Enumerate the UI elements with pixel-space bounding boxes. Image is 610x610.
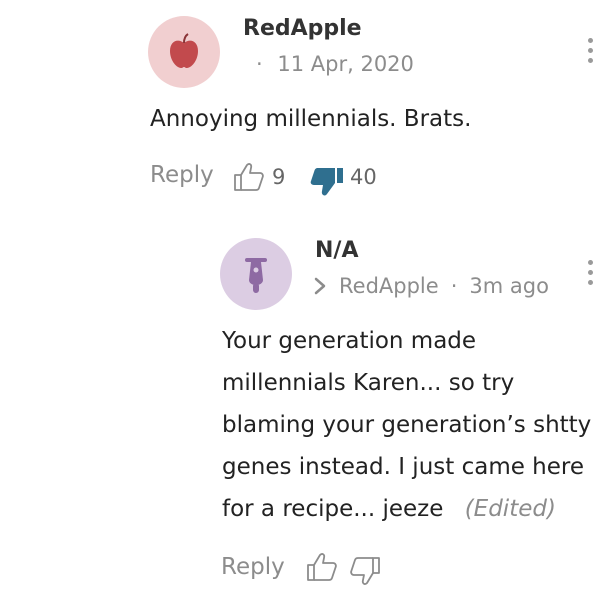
dislike-button[interactable] <box>310 166 344 202</box>
edited-label: (Edited) <box>464 496 556 522</box>
reply-button[interactable]: Reply <box>150 162 214 188</box>
reply-to-user[interactable]: RedApple <box>339 274 439 298</box>
thumbs-up-icon <box>234 163 264 191</box>
chevron-right-icon <box>314 277 326 295</box>
thumbs-down-icon <box>310 168 343 196</box>
avatar[interactable] <box>148 16 220 88</box>
dislike-count: 40 <box>350 165 377 189</box>
thumbs-down-icon <box>350 557 380 585</box>
comment-meta: · 11 Apr, 2020 <box>256 52 414 76</box>
like-count: 9 <box>272 165 286 189</box>
scooter-icon <box>245 258 267 293</box>
like-button[interactable] <box>306 552 338 586</box>
comment-date: 11 Apr, 2020 <box>277 52 414 76</box>
reply-text-line: blaming your generation’s shtty <box>222 412 592 438</box>
comment-username[interactable]: RedApple <box>243 16 362 41</box>
reply-text-line: Your generation made <box>222 328 477 354</box>
apple-icon <box>170 33 198 68</box>
reply-text-line: millennials Karen... so try <box>222 370 515 396</box>
reply-text-line: genes instead. I just came here <box>222 454 585 480</box>
avatar[interactable] <box>220 238 292 310</box>
reply-button[interactable]: Reply <box>221 554 285 580</box>
separator-dot: · <box>256 52 263 76</box>
like-button[interactable] <box>233 162 265 196</box>
dislike-button[interactable] <box>349 556 381 590</box>
thumbs-up-icon <box>307 553 337 581</box>
separator-dot: · <box>450 274 458 298</box>
reply-text-line: for a recipe... jeeze (Edited) <box>222 496 556 522</box>
reply-meta: RedApple · 3m ago <box>313 274 549 298</box>
more-options-icon[interactable] <box>588 260 594 285</box>
reply-username[interactable]: N/A <box>315 238 358 263</box>
reply-text: Your generation made millennials Karen..… <box>222 320 606 530</box>
more-options-icon[interactable] <box>588 38 594 63</box>
comment-text: Annoying millennials. Brats. <box>150 106 472 132</box>
reply-time: 3m ago <box>469 274 549 298</box>
